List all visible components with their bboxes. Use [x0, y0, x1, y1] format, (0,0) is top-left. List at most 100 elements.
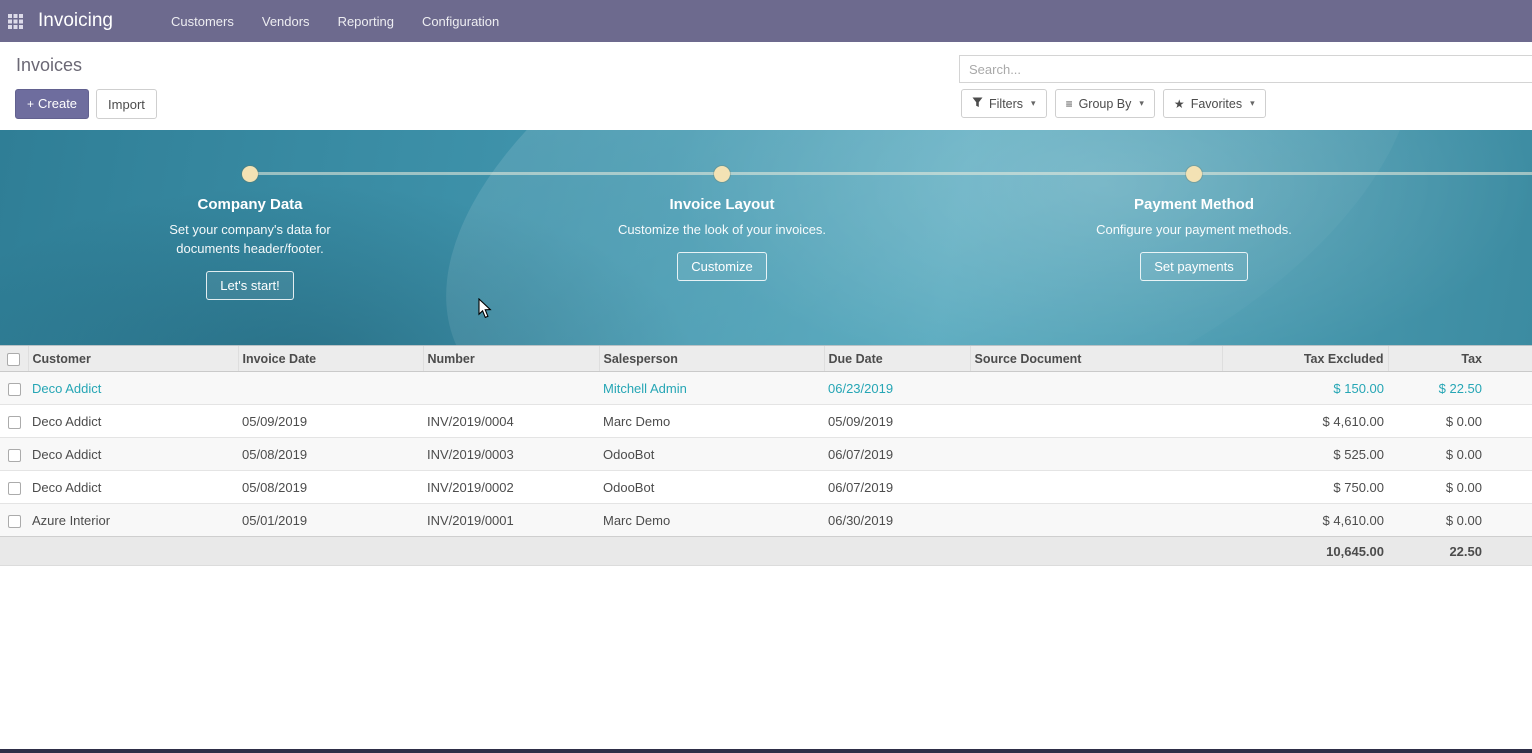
import-button[interactable]: Import	[96, 89, 157, 119]
total-tax-excluded: 10,645.00	[1222, 537, 1388, 566]
nav-menus: Customers Vendors Reporting Configuratio…	[169, 10, 501, 33]
column-header-due-date[interactable]: Due Date	[824, 346, 970, 372]
cell-salesperson[interactable]: OdooBot	[599, 438, 824, 471]
cell-customer[interactable]: Deco Addict	[28, 405, 238, 438]
row-select-cell	[0, 504, 28, 537]
cell-customer[interactable]: Deco Addict	[28, 372, 238, 405]
row-checkbox[interactable]	[8, 515, 21, 528]
table-row[interactable]: Deco Addict05/08/2019INV/2019/0002OdooBo…	[0, 471, 1532, 504]
column-header-number[interactable]: Number	[423, 346, 599, 372]
action-buttons: +Create Import	[15, 89, 157, 119]
page-title: Invoices	[16, 55, 82, 76]
table-row[interactable]: Deco Addict05/08/2019INV/2019/0003OdooBo…	[0, 438, 1532, 471]
row-checkbox[interactable]	[8, 383, 21, 396]
cell-tax[interactable]: $ 0.00	[1388, 405, 1532, 438]
nav-menu-configuration[interactable]: Configuration	[420, 10, 501, 33]
select-all-checkbox[interactable]	[7, 353, 20, 366]
cell-invoice-date[interactable]: 05/08/2019	[238, 438, 423, 471]
table-header-row: Customer Invoice Date Number Salesperson…	[0, 346, 1532, 372]
invoice-table-body: Deco Addict Mitchell Admin06/23/2019 $ 150…	[0, 372, 1532, 537]
cell-customer[interactable]: Azure Interior	[28, 504, 238, 537]
cell-tax[interactable]: $ 0.00	[1388, 438, 1532, 471]
cell-tax[interactable]: $ 0.00	[1388, 504, 1532, 537]
cell-tax[interactable]: $ 22.50	[1388, 372, 1532, 405]
cell-tax-excluded[interactable]: $ 750.00	[1222, 471, 1388, 504]
row-select-cell	[0, 471, 28, 504]
cell-tax-excluded[interactable]: $ 150.00	[1222, 372, 1388, 405]
customize-button[interactable]: Customize	[677, 252, 766, 281]
cell-invoice-date[interactable]: 05/01/2019	[238, 504, 423, 537]
cell-customer[interactable]: Deco Addict	[28, 471, 238, 504]
column-header-source-document[interactable]: Source Document	[970, 346, 1222, 372]
apps-grid-icon[interactable]	[8, 14, 23, 29]
cell-number[interactable]: INV/2019/0001	[423, 504, 599, 537]
table-row[interactable]: Deco Addict Mitchell Admin06/23/2019 $ 150…	[0, 372, 1532, 405]
table-row[interactable]: Azure Interior05/01/2019INV/2019/0001Mar…	[0, 504, 1532, 537]
column-header-tax[interactable]: Tax	[1388, 346, 1532, 372]
cell-source-document[interactable]	[970, 504, 1222, 537]
table-totals-row: 10,645.00 22.50	[0, 537, 1532, 566]
column-header-tax-excluded[interactable]: Tax Excluded	[1222, 346, 1388, 372]
set-payments-button[interactable]: Set payments	[1140, 252, 1248, 281]
row-checkbox[interactable]	[8, 416, 21, 429]
step-dot	[714, 166, 730, 182]
app-name[interactable]: Invoicing	[38, 10, 113, 32]
column-header-customer[interactable]: Customer	[28, 346, 238, 372]
onboarding-step-payment-method: Payment Method Configure your payment me…	[1034, 130, 1354, 281]
cell-due-date[interactable]: 06/30/2019	[824, 504, 970, 537]
column-header-salesperson[interactable]: Salesperson	[599, 346, 824, 372]
search-input[interactable]	[959, 55, 1532, 83]
column-header-invoice-date[interactable]: Invoice Date	[238, 346, 423, 372]
row-checkbox[interactable]	[8, 482, 21, 495]
cell-invoice-date[interactable]: 05/08/2019	[238, 471, 423, 504]
step-description: Configure your payment methods.	[1087, 220, 1302, 239]
cell-salesperson[interactable]: Mitchell Admin	[599, 372, 824, 405]
caret-down-icon: ▾	[1031, 98, 1036, 109]
cell-number[interactable]: INV/2019/0003	[423, 438, 599, 471]
table-row[interactable]: Deco Addict05/09/2019INV/2019/0004Marc D…	[0, 405, 1532, 438]
favorites-button[interactable]: ★ Favorites ▾	[1163, 89, 1266, 118]
cell-tax-excluded[interactable]: $ 525.00	[1222, 438, 1388, 471]
cell-salesperson[interactable]: Marc Demo	[599, 405, 824, 438]
caret-down-icon: ▾	[1139, 98, 1144, 109]
cell-number[interactable]	[423, 372, 599, 405]
cell-customer[interactable]: Deco Addict	[28, 438, 238, 471]
nav-menu-reporting[interactable]: Reporting	[336, 10, 396, 33]
group-by-button[interactable]: ≡ Group By ▾	[1055, 89, 1155, 118]
onboarding-banner: Company Data Set your company's data for…	[0, 130, 1532, 345]
nav-menu-vendors[interactable]: Vendors	[260, 10, 312, 33]
list-icon: ≡	[1066, 97, 1073, 111]
window-bottom-edge	[0, 749, 1532, 753]
cell-due-date[interactable]: 06/07/2019	[824, 438, 970, 471]
cell-tax[interactable]: $ 0.00	[1388, 471, 1532, 504]
row-select-cell	[0, 372, 28, 405]
total-tax: 22.50	[1388, 537, 1532, 566]
cell-due-date[interactable]: 06/23/2019	[824, 372, 970, 405]
cell-source-document[interactable]	[970, 438, 1222, 471]
step-dot	[242, 166, 258, 182]
cell-number[interactable]: INV/2019/0002	[423, 471, 599, 504]
select-all-header	[0, 346, 28, 372]
lets-start-button[interactable]: Let's start!	[206, 271, 294, 300]
nav-menu-customers[interactable]: Customers	[169, 10, 236, 33]
cell-due-date[interactable]: 05/09/2019	[824, 405, 970, 438]
step-description: Set your company's data for documents he…	[143, 220, 358, 258]
cell-salesperson[interactable]: OdooBot	[599, 471, 824, 504]
cell-tax-excluded[interactable]: $ 4,610.00	[1222, 504, 1388, 537]
cell-number[interactable]: INV/2019/0004	[423, 405, 599, 438]
cell-source-document[interactable]	[970, 471, 1222, 504]
filters-button[interactable]: Filters ▾	[961, 89, 1047, 118]
row-checkbox[interactable]	[8, 449, 21, 462]
invoice-table: Customer Invoice Date Number Salesperson…	[0, 345, 1532, 566]
create-button[interactable]: +Create	[15, 89, 89, 119]
cell-invoice-date[interactable]	[238, 372, 423, 405]
onboarding-step-invoice-layout: Invoice Layout Customize the look of you…	[562, 130, 882, 281]
cell-salesperson[interactable]: Marc Demo	[599, 504, 824, 537]
cell-source-document[interactable]	[970, 372, 1222, 405]
funnel-icon	[972, 97, 983, 111]
cell-invoice-date[interactable]: 05/09/2019	[238, 405, 423, 438]
row-select-cell	[0, 405, 28, 438]
cell-due-date[interactable]: 06/07/2019	[824, 471, 970, 504]
cell-source-document[interactable]	[970, 405, 1222, 438]
cell-tax-excluded[interactable]: $ 4,610.00	[1222, 405, 1388, 438]
